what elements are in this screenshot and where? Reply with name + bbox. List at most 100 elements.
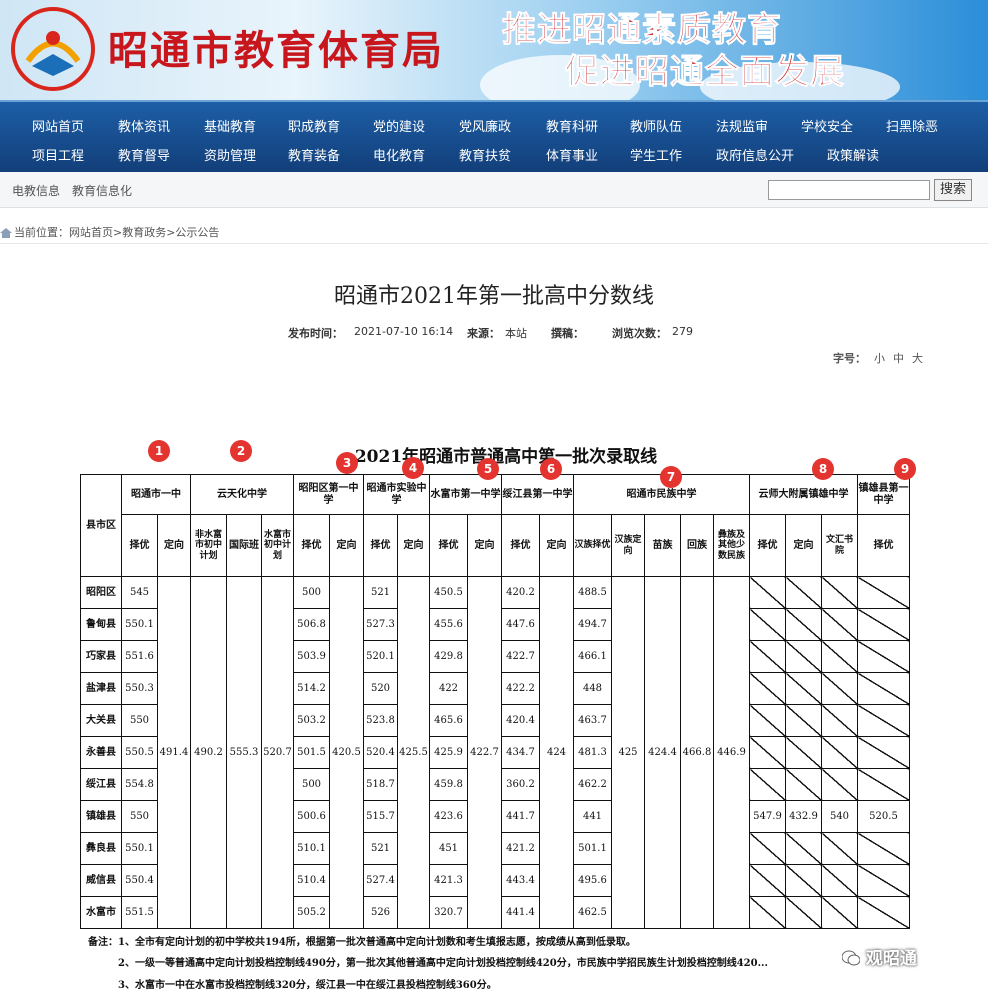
school-header: 绥江县第一中学 <box>501 474 574 515</box>
annotation-badge: 5 <box>477 458 499 480</box>
column-subheader: 彝族及其他少数民族 <box>713 514 750 577</box>
nav-item[interactable]: 体育事业 <box>546 145 598 164</box>
hatched-cell <box>857 576 910 609</box>
score-cell: 451 <box>429 832 468 865</box>
school-header: 昭通市实验中学 <box>363 474 430 515</box>
score-cell: 527.4 <box>363 864 398 897</box>
annotation-badge: 2 <box>230 440 252 462</box>
nav-item[interactable]: 教育督导 <box>118 145 170 164</box>
search-input[interactable] <box>768 180 930 200</box>
source-value: 本站 <box>505 327 527 340</box>
school-header: 镇雄县第一中学 <box>857 474 910 515</box>
nav-item[interactable]: 政府信息公开 <box>716 145 794 164</box>
subnav-link-audiovisual[interactable]: 电教信息 <box>12 182 60 199</box>
hatched-cell <box>785 672 822 705</box>
score-cell: 550.5 <box>121 736 158 769</box>
nav-item[interactable]: 党的建设 <box>373 116 425 135</box>
score-cell: 550.3 <box>121 672 158 705</box>
subnav-link-informatization[interactable]: 教育信息化 <box>72 182 132 199</box>
column-subheader: 回族 <box>680 514 714 577</box>
hatched-cell <box>749 672 786 705</box>
county-cell: 永善县 <box>80 736 122 769</box>
publish-label-text: 发布时间： <box>288 327 343 340</box>
score-cell: 550 <box>121 800 158 833</box>
publish-time: 2021-07-10 16:14 <box>354 325 454 338</box>
hatched-cell <box>749 832 786 865</box>
hatched-cell <box>749 608 786 641</box>
score-rows: 昭阳区 545 491.4 490.2 555.3 520.7 500 420.5 521 425… <box>80 576 910 929</box>
hatched-cell <box>821 864 858 897</box>
county-cell: 巧家县 <box>80 640 122 673</box>
hatched-cell <box>749 864 786 897</box>
views-label-text: 浏览次数： <box>612 327 667 340</box>
hatched-cell <box>857 640 910 673</box>
breadcrumb-text[interactable]: 当前位置：网站首页>教育政务>公示公告 <box>14 226 219 239</box>
score-cell: 422.7 <box>501 640 540 673</box>
annotation-badge: 7 <box>660 466 682 488</box>
nav-row-1: 网站首页 教体资讯 基础教育 职成教育 党的建设 党风廉政 教育科研 教师队伍 法规监审 学校安全… <box>0 116 988 144</box>
bureau-logo-icon[interactable] <box>10 6 96 92</box>
score-cell: 500 <box>293 576 330 609</box>
score-cell: 463.7 <box>573 704 612 737</box>
views-label: 浏览次数： <box>612 325 667 341</box>
column-subheader: 定向 <box>157 514 191 577</box>
nav-item[interactable]: 教体资讯 <box>118 116 170 135</box>
hatched-cell <box>857 768 910 801</box>
merged-score-cell: 425 <box>611 576 645 929</box>
score-cell: 527.3 <box>363 608 398 641</box>
hatched-cell <box>749 896 786 929</box>
hatched-cell <box>821 640 858 673</box>
font-size-large[interactable]: 大 <box>912 352 923 365</box>
score-cell: 547.9 <box>749 800 786 833</box>
hatched-cell <box>749 640 786 673</box>
note-2: 2、一级一等普通高中定向计划投档控制线490分，第一批次其他普通高中定向计划投档… <box>118 958 769 969</box>
merged-score-cell: 422.7 <box>467 576 502 929</box>
hatched-cell <box>785 768 822 801</box>
font-size-small[interactable]: 小 <box>874 352 885 365</box>
score-cell: 501.5 <box>293 736 330 769</box>
nav-item[interactable]: 扫黑除恶 <box>886 116 938 135</box>
home-icon <box>0 228 12 238</box>
header-banner: 昭通市教育体育局 推进昭通素质教育 促进昭通全面发展 <box>0 0 988 100</box>
score-cell: 422 <box>429 672 468 705</box>
column-subheader: 定向 <box>467 514 502 577</box>
watermark-text: 观昭通 <box>865 949 917 969</box>
nav-item[interactable]: 职成教育 <box>288 116 340 135</box>
article-title: 昭通市2021年第一批高中分数线 <box>334 284 654 309</box>
hatched-cell <box>785 576 822 609</box>
score-cell: 551.5 <box>121 896 158 929</box>
nav-item[interactable]: 教育扶贫 <box>459 145 511 164</box>
hatched-cell <box>821 704 858 737</box>
nav-item[interactable]: 项目工程 <box>32 145 84 164</box>
nav-item[interactable]: 政策解读 <box>827 145 879 164</box>
font-size-medium[interactable]: 中 <box>893 352 904 365</box>
nav-item[interactable]: 电化教育 <box>373 145 425 164</box>
note-1: 备注：1、全市有定向计划的初中学校共194所，根据第一批次普通高中定向计划数和考… <box>88 937 636 948</box>
score-cell: 521 <box>363 576 398 609</box>
search-button[interactable]: 搜索 <box>934 179 972 201</box>
score-table: 县市区 昭通市一中 云天化中学 昭阳区第一中学 昭通市实验中学 水富市第一中学 … <box>80 474 910 929</box>
column-subheader: 国际班 <box>226 514 262 577</box>
merged-score-cell: 425.5 <box>397 576 430 929</box>
score-cell: 447.6 <box>501 608 540 641</box>
nav-item[interactable]: 教师队伍 <box>630 116 682 135</box>
column-subheader: 择优 <box>857 514 910 577</box>
score-cell: 466.1 <box>573 640 612 673</box>
nav-item[interactable]: 法规监审 <box>716 116 768 135</box>
column-subheader: 非水富市初中计划 <box>190 514 227 577</box>
nav-item[interactable]: 资助管理 <box>204 145 256 164</box>
wechat-icon <box>841 950 861 966</box>
school-header: 水富市第一中学 <box>429 474 502 515</box>
site-title: 昭通市教育体育局 <box>108 28 444 74</box>
score-cell: 462.2 <box>573 768 612 801</box>
nav-item[interactable]: 党风廉政 <box>459 116 511 135</box>
annotation-badge: 1 <box>148 440 170 462</box>
nav-item[interactable]: 学校安全 <box>801 116 853 135</box>
nav-item[interactable]: 网站首页 <box>32 116 84 135</box>
school-header: 昭通市一中 <box>121 474 191 515</box>
nav-item[interactable]: 教育科研 <box>546 116 598 135</box>
nav-item[interactable]: 教育装备 <box>288 145 340 164</box>
nav-item[interactable]: 基础教育 <box>204 116 256 135</box>
nav-item[interactable]: 学生工作 <box>630 145 682 164</box>
score-cell: 432.9 <box>785 800 822 833</box>
